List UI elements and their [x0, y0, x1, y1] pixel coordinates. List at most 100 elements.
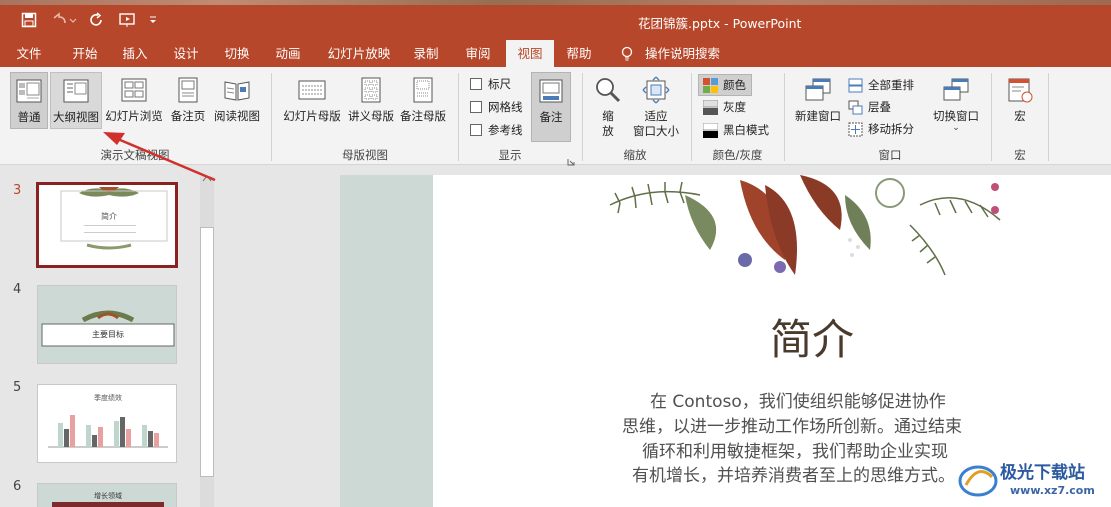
grayscale-button[interactable]: 灰度 [703, 99, 746, 115]
reading-view-label: 阅读视图 [214, 109, 260, 123]
notes-page-icon [173, 75, 203, 105]
handout-master-label: 讲义母版 [348, 109, 394, 123]
slide-sorter-label: 幻灯片浏览 [105, 109, 163, 123]
outline-view-label: 大纲视图 [53, 110, 99, 124]
notes-master-button[interactable]: 备注母版 [398, 72, 448, 129]
tab-view[interactable]: 视图 [506, 40, 554, 67]
color-label: 颜色 [723, 78, 746, 92]
color-button[interactable]: 颜色 [698, 74, 752, 96]
move-split-label: 移动拆分 [868, 122, 914, 136]
grayscale-icon [703, 99, 718, 115]
group-separator [458, 73, 459, 161]
group-label-zoom: 缩放 [623, 148, 647, 162]
group-separator [271, 73, 272, 161]
tab-review[interactable]: 审阅 [457, 40, 499, 67]
slide-master-button[interactable]: 幻灯片母版 [281, 72, 343, 129]
slide-number: 3 [13, 183, 22, 198]
slide-body-line[interactable]: 思维，以进一步推动工作场所创新。通过结束 [622, 412, 962, 437]
move-split-button[interactable]: 移动拆分 [848, 121, 914, 137]
thumbnail-title: 增长领域 [94, 492, 122, 500]
tell-me-search[interactable]: 操作说明搜索 [645, 40, 725, 67]
black-white-button[interactable]: 黑白模式 [703, 122, 769, 138]
slide-number: 4 [13, 282, 22, 297]
grayscale-label: 灰度 [723, 100, 746, 114]
normal-view-button[interactable]: 普通 [10, 72, 48, 129]
guides-label: 参考线 [488, 123, 523, 137]
ruler-checkbox[interactable]: 标尺 [470, 76, 511, 92]
switch-windows-button[interactable]: 切换窗口 ⌄ [928, 72, 984, 144]
notes-toggle-button[interactable]: 备注 [531, 72, 571, 142]
outline-view-button[interactable]: 大纲视图 [50, 72, 102, 129]
handout-master-button[interactable]: 讲义母版 [346, 72, 396, 129]
zoom-label-2: 放 [602, 124, 614, 138]
slide-body-line[interactable]: 有机增长，并培养消费者至上的思维方式。 [632, 461, 955, 486]
start-slideshow-icon[interactable] [117, 11, 139, 29]
dialog-launcher-icon[interactable] [567, 151, 575, 166]
group-label-master-views: 母版视图 [342, 148, 388, 162]
tab-help[interactable]: 帮助 [558, 40, 600, 67]
slide-master-icon [297, 75, 327, 105]
reading-view-icon [222, 75, 252, 105]
tab-record[interactable]: 录制 [405, 40, 447, 67]
title-bar: 花团锦簇.pptx - PowerPoint [0, 0, 1111, 40]
customize-toolbar-icon[interactable] [146, 11, 160, 29]
slide-sorter-button[interactable]: 幻灯片浏览 [105, 72, 163, 129]
slide-thumbnail-6[interactable]: 增长领域 [37, 483, 177, 507]
zoom-button[interactable]: 缩 放 [590, 72, 626, 144]
guides-checkbox[interactable]: 参考线 [470, 122, 523, 138]
notes-page-label: 备注页 [170, 109, 206, 123]
tab-insert[interactable]: 插入 [114, 40, 156, 67]
slide-title[interactable]: 简介 [770, 306, 854, 367]
macros-icon [1005, 75, 1035, 105]
checkbox-box [470, 101, 482, 113]
gridlines-checkbox[interactable]: 网格线 [470, 99, 523, 115]
tab-transitions[interactable]: 切换 [216, 40, 258, 67]
macros-label: 宏 [1014, 109, 1026, 123]
undo-icon[interactable] [50, 11, 78, 29]
handout-master-icon [356, 75, 386, 105]
notes-page-button[interactable]: 备注页 [166, 72, 210, 129]
black-white-icon [703, 122, 718, 138]
cascade-label: 层叠 [868, 100, 891, 114]
lightbulb-icon[interactable] [620, 46, 634, 62]
redo-icon[interactable] [88, 11, 106, 29]
tab-design[interactable]: 设计 [165, 40, 207, 67]
slide-thumbnail-5[interactable]: 季度绩效 [37, 384, 177, 463]
color-swatch-icon [703, 77, 718, 93]
group-separator [582, 73, 583, 161]
normal-view-icon [14, 76, 44, 106]
tab-slideshow[interactable]: 幻灯片放映 [320, 40, 398, 67]
group-separator [691, 73, 692, 161]
fit-to-window-button[interactable]: 适应 窗口大小 [628, 72, 684, 144]
title-strip [0, 0, 1111, 5]
cascade-button[interactable]: 层叠 [848, 99, 891, 115]
switch-windows-label: 切换窗口 [933, 109, 979, 123]
tab-file[interactable]: 文件 [8, 40, 50, 67]
macros-button[interactable]: 宏 [1000, 72, 1040, 129]
watermark-name: 极光下载站 [1000, 463, 1085, 483]
outline-view-icon [61, 76, 91, 106]
slide-thumbnail-3[interactable]: 简介 [37, 183, 177, 267]
slide-body-line[interactable]: 循环和利用敏捷框架，我们帮助企业实现 [642, 437, 948, 462]
reading-view-button[interactable]: 阅读视图 [212, 72, 262, 129]
save-icon[interactable] [20, 11, 38, 29]
fit-label-1: 适应 [644, 109, 668, 123]
tab-home[interactable]: 开始 [64, 40, 106, 67]
black-white-label: 黑白模式 [723, 123, 769, 137]
slide-body-line[interactable]: 在 Contoso，我们使组织能够促进协作 [650, 387, 946, 412]
new-window-button[interactable]: 新建窗口 [792, 72, 844, 129]
tab-animations[interactable]: 动画 [267, 40, 309, 67]
notes-master-icon [408, 75, 438, 105]
switch-windows-icon [941, 75, 971, 105]
window-title: 花团锦簇.pptx - PowerPoint [638, 16, 802, 31]
thumbnail-table-header [52, 502, 164, 507]
checkbox-box [470, 78, 482, 90]
arrange-all-button[interactable]: 全部重排 [848, 77, 914, 93]
group-label-window: 窗口 [878, 148, 902, 162]
slide-number: 6 [13, 479, 22, 494]
magnifier-icon [593, 75, 623, 105]
chevron-down-icon: ⌄ [952, 123, 960, 133]
move-split-icon [848, 122, 863, 136]
scrollbar-thumb[interactable] [200, 227, 214, 477]
slide-thumbnail-4[interactable]: 主要目标 [37, 285, 177, 364]
